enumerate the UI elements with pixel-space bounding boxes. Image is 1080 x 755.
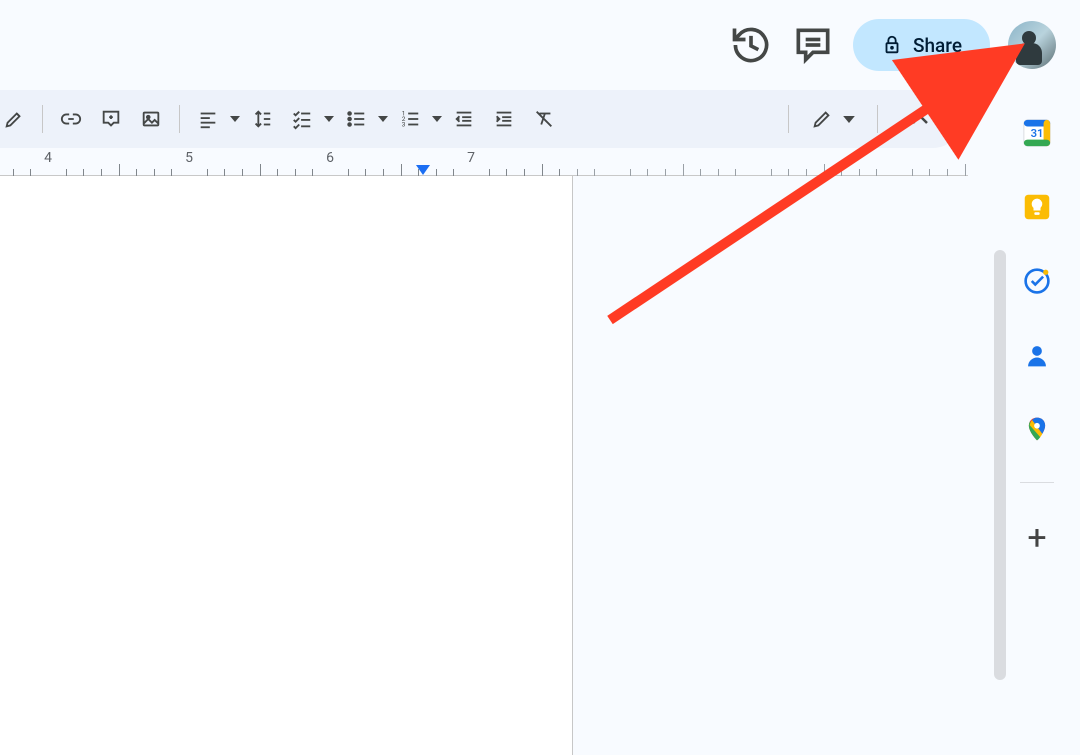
keep-app-button[interactable] [1022,192,1052,222]
tasks-icon [1023,267,1051,295]
toolbar: 1 2 3 [0,90,962,148]
chevron-down-icon [432,116,442,122]
increase-indent-button[interactable] [484,99,524,139]
clear-formatting-icon [533,108,555,130]
ruler-label: 4 [44,150,52,166]
contacts-app-button[interactable] [1022,340,1052,370]
comment-icon [791,23,835,67]
account-avatar[interactable] [1008,21,1056,69]
bulleted-list-button[interactable] [336,99,376,139]
comment-history-button[interactable] [791,23,835,67]
contacts-icon [1024,342,1050,368]
highlighter-icon [3,108,25,130]
history-icon [729,23,773,67]
decrease-indent-button[interactable] [444,99,484,139]
tasks-app-button[interactable] [1022,266,1052,296]
version-history-button[interactable] [729,23,773,67]
keep-icon [1023,193,1051,221]
editing-mode-button[interactable] [797,99,869,139]
collapse-toolbar-button[interactable] [898,97,942,141]
insert-image-button[interactable] [131,99,171,139]
add-comment-icon [100,108,122,130]
line-spacing-icon [251,108,273,130]
chevron-down-icon [843,116,855,123]
calendar-icon: 31 [1022,118,1052,148]
chevron-down-icon [378,116,388,122]
document-margin-area [573,176,968,755]
bulleted-list-icon [345,108,367,130]
ruler-label: 5 [185,150,193,166]
indent-decrease-icon [453,108,475,130]
numbered-list-icon: 1 2 3 [399,108,421,130]
checklist-icon [291,108,313,130]
side-panel: 31 + [994,90,1080,755]
share-button[interactable]: Share [853,19,990,71]
svg-text:3: 3 [402,120,406,128]
toolbar-separator [179,105,180,133]
side-panel-scrollbar[interactable] [994,250,1006,680]
numbered-list-button[interactable]: 1 2 3 [390,99,430,139]
chevron-down-icon [324,116,334,122]
toolbar-separator [788,105,789,133]
line-spacing-button[interactable] [242,99,282,139]
align-dropdown[interactable] [228,116,242,122]
checklist-button[interactable] [282,99,322,139]
numbered-list-dropdown[interactable] [430,116,444,122]
ruler-label: 7 [467,150,475,166]
maps-icon [1024,414,1050,444]
link-icon [60,108,82,130]
maps-app-button[interactable] [1022,414,1052,444]
lock-icon [881,34,903,56]
horizontal-ruler[interactable]: 4 5 6 7 [0,148,968,176]
get-addons-button[interactable]: + [1027,521,1046,555]
share-button-label: Share [913,34,962,57]
add-comment-button[interactable] [91,99,131,139]
document-page[interactable] [0,176,573,755]
chevron-up-icon [911,113,929,125]
clear-formatting-button[interactable] [524,99,564,139]
side-panel-divider [1020,482,1054,483]
checklist-dropdown[interactable] [322,116,336,122]
plus-icon: + [1027,518,1046,558]
align-button[interactable] [188,99,228,139]
image-icon [140,108,162,130]
ruler-label: 6 [326,150,334,166]
pencil-icon [811,108,833,130]
toolbar-separator [42,105,43,133]
bulleted-list-dropdown[interactable] [376,116,390,122]
document-surface [0,176,968,755]
indent-increase-icon [493,108,515,130]
calendar-app-button[interactable]: 31 [1022,118,1052,148]
svg-text:31: 31 [1031,127,1044,140]
highlight-color-button[interactable] [0,99,34,139]
title-bar: Share [0,0,1080,90]
chevron-down-icon [230,116,240,122]
insert-link-button[interactable] [51,99,91,139]
align-left-icon [197,108,219,130]
toolbar-separator [877,105,878,133]
